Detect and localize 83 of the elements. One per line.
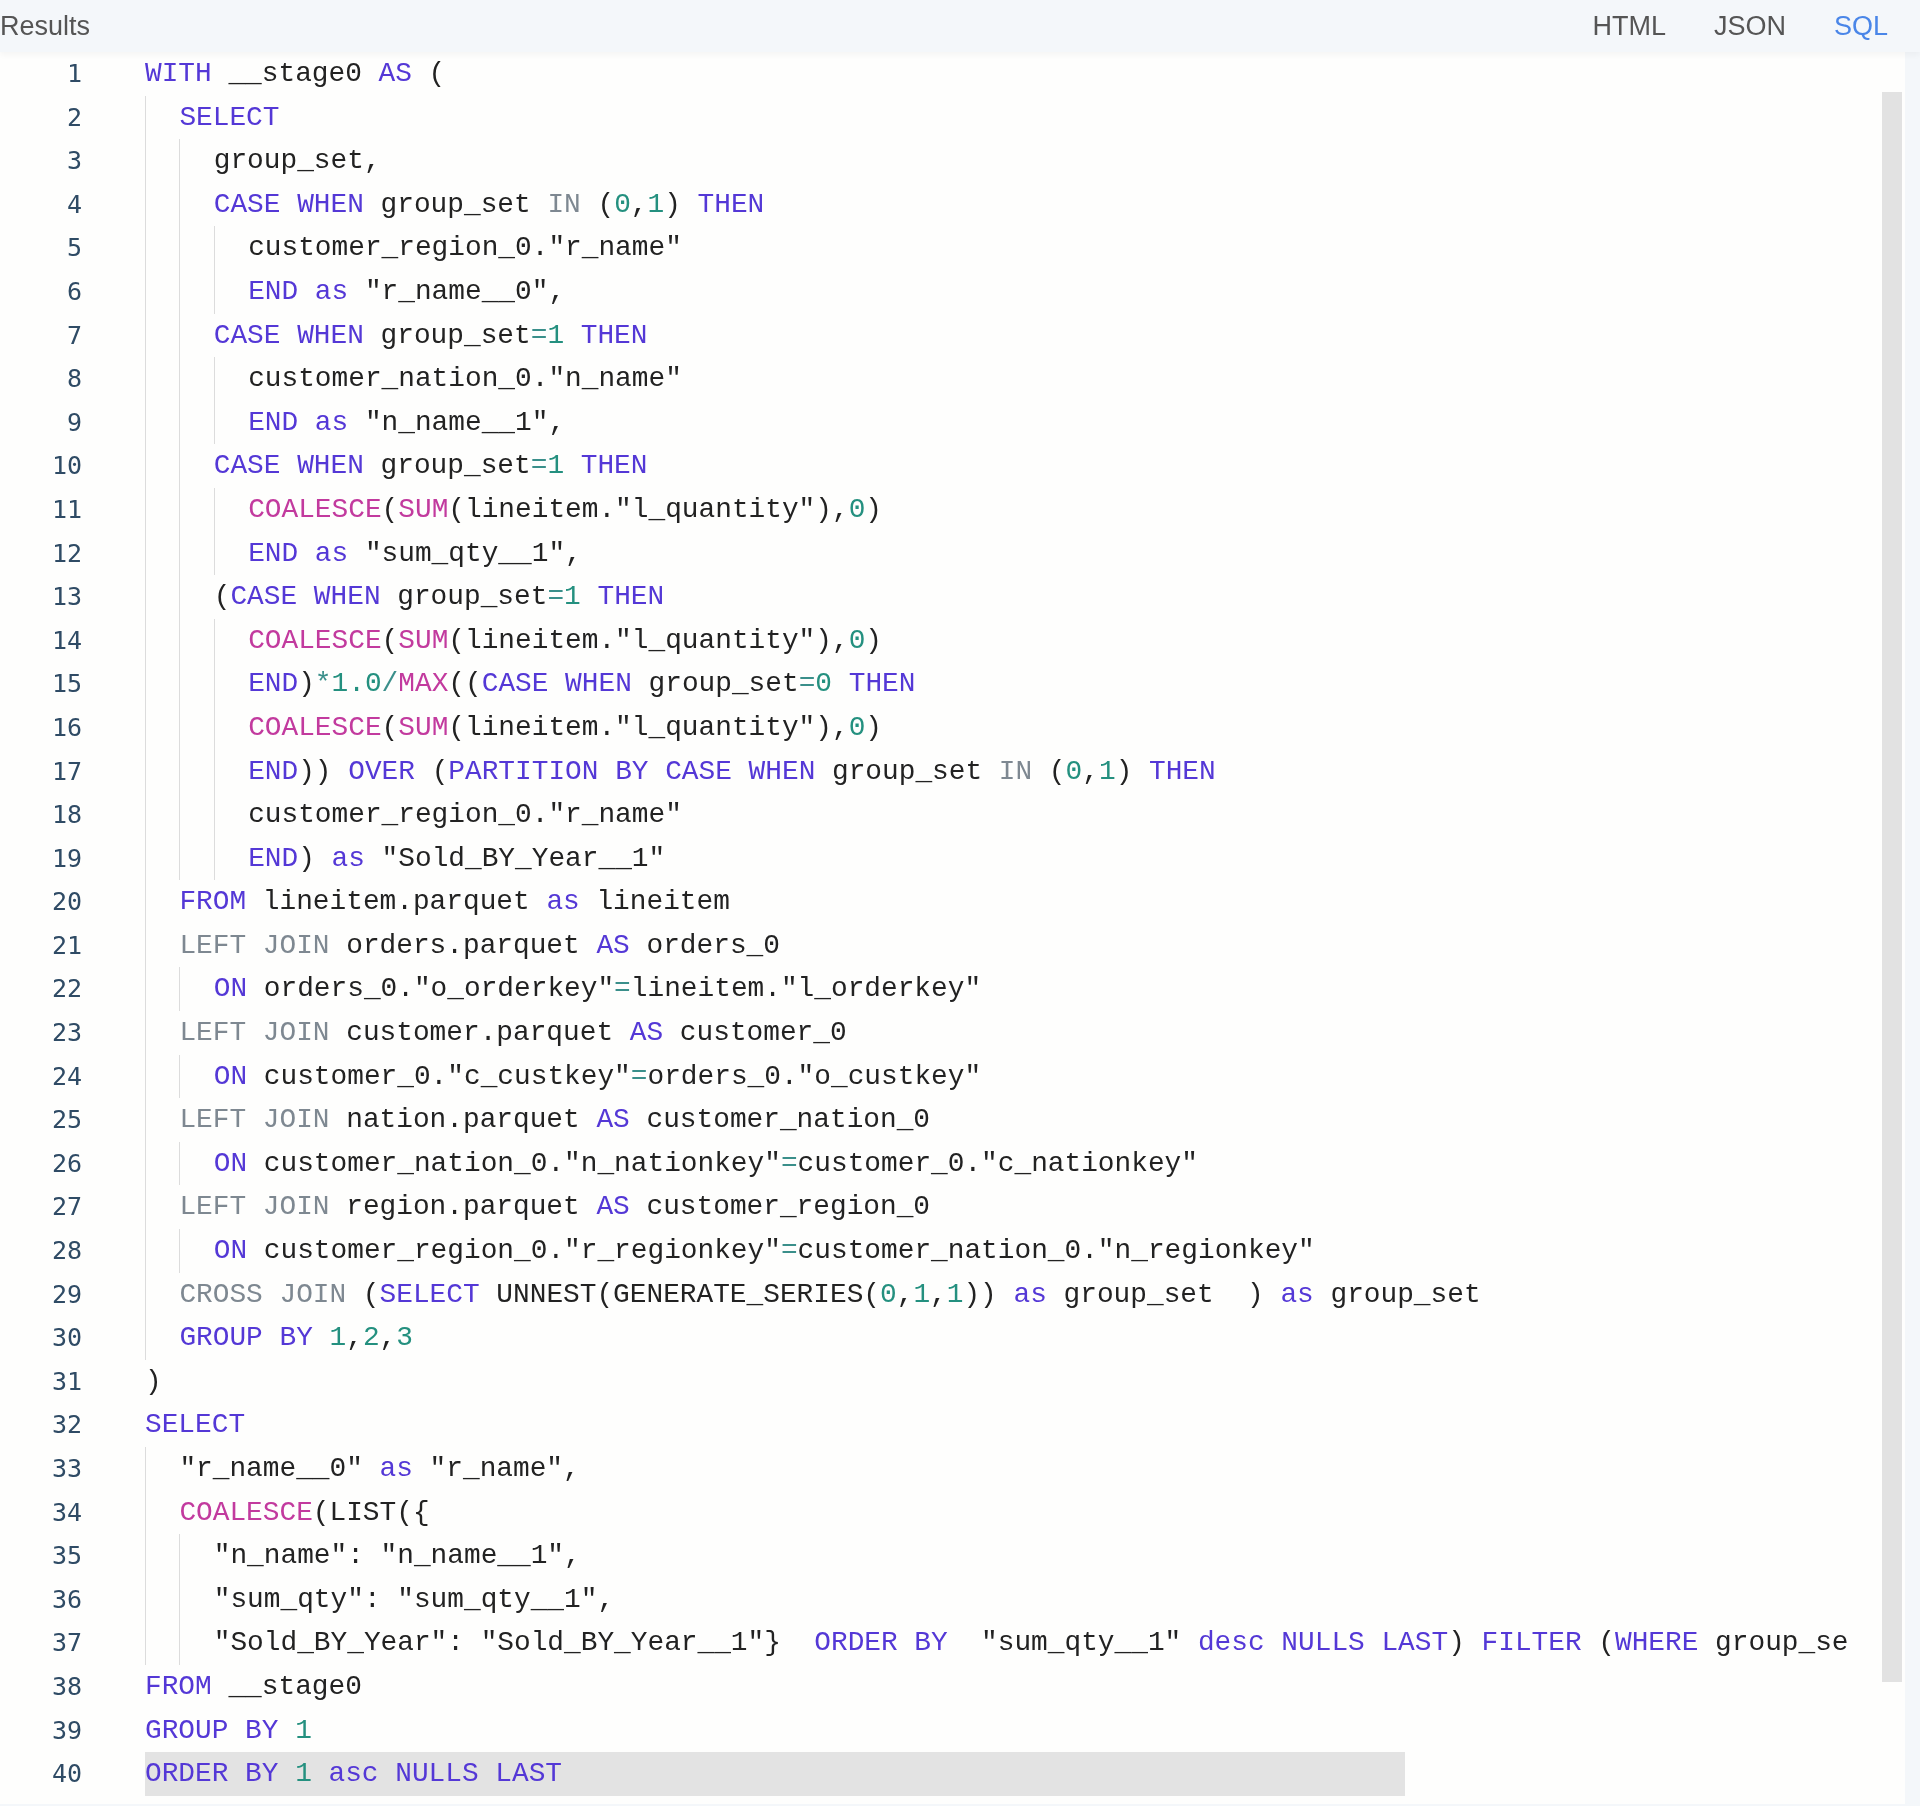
line-number: 1 xyxy=(65,58,82,90)
code-line: "n_name": "n_name__1", xyxy=(145,1534,581,1578)
code-line: "sum_qty": "sum_qty__1", xyxy=(145,1577,615,1622)
code-line: GROUP BY 1 xyxy=(145,1713,312,1748)
code-line: LEFT JOIN customer.parquet AS customer_0 xyxy=(145,1011,847,1055)
line-number: 3 xyxy=(65,145,82,178)
line-number: 19 xyxy=(50,842,82,875)
line-number: 38 xyxy=(50,1670,82,1703)
line-number: 15 xyxy=(50,668,82,701)
view-tab[interactable]: JSON xyxy=(1689,5,1810,47)
code-line: CASE WHEN group_set=1 THEN xyxy=(145,444,648,488)
line-number: 36 xyxy=(50,1583,82,1616)
code-line: COALESCE(SUM(lineitem."l_quantity"),0) xyxy=(145,618,883,663)
results-title: Results xyxy=(0,9,91,43)
code-line: COALESCE(LIST({ xyxy=(145,1490,430,1535)
code-line: ON customer_nation_0."n_nationkey"=customer_0."c_nationkey" xyxy=(145,1141,1198,1186)
line-number: 6 xyxy=(65,275,82,308)
line-number: 28 xyxy=(50,1235,82,1268)
code-line: LEFT JOIN orders.parquet AS orders_0 xyxy=(145,923,780,968)
line-number: 12 xyxy=(50,537,82,570)
line-number: 11 xyxy=(50,493,82,526)
code-line: customer_region_0."r_name" xyxy=(145,226,682,270)
code-line: customer_nation_0."n_name" xyxy=(145,357,682,401)
line-number: 40 xyxy=(50,1758,82,1791)
code-line: CASE WHEN group_set=1 THEN xyxy=(145,313,648,358)
line-number: 39 xyxy=(50,1714,82,1747)
line-number: 24 xyxy=(50,1060,82,1093)
line-number: 14 xyxy=(50,624,82,657)
line-number: 20 xyxy=(50,886,82,919)
code-line: GROUP BY 1,2,3 xyxy=(145,1316,413,1360)
code-line: LEFT JOIN nation.parquet AS customer_nation_0 xyxy=(145,1098,931,1142)
code-line: group_set, xyxy=(145,139,381,183)
line-number: 29 xyxy=(50,1278,82,1311)
code-line: CASE WHEN group_set IN (0,1) THEN xyxy=(145,182,765,227)
line-number: 37 xyxy=(50,1627,82,1660)
line-number: 10 xyxy=(50,450,82,483)
line-number: 34 xyxy=(50,1496,82,1529)
line-number: 9 xyxy=(65,406,82,439)
code-line: END)) OVER (PARTITION BY CASE WHEN group_set IN (0,1) THEN xyxy=(145,749,1216,794)
line-number: 26 xyxy=(50,1147,82,1180)
line-number: 22 xyxy=(50,973,82,1006)
line-number: 5 xyxy=(65,232,82,265)
line-number: 30 xyxy=(50,1322,82,1355)
line-number: 16 xyxy=(50,711,82,744)
code-line: "r_name__0" as "r_name", xyxy=(145,1447,580,1491)
code-line: END as "sum_qty__1", xyxy=(145,531,582,576)
code-line: END as "r_name__0", xyxy=(145,269,566,314)
line-number: 13 xyxy=(50,581,82,614)
code-line: FROM lineitem.parquet as lineitem xyxy=(145,880,730,924)
code-line: CROSS JOIN (SELECT UNNEST(GENERATE_SERIES(0,1,1)) as group_set ) as group_set xyxy=(145,1272,1481,1317)
code-line: LEFT JOIN region.parquet AS customer_region_0 xyxy=(145,1185,931,1230)
code-line: ) xyxy=(145,1364,162,1399)
vertical-scrollbar[interactable] xyxy=(1882,92,1902,1682)
code-line: END)*1.0/MAX((CASE WHEN group_set=0 THEN xyxy=(145,662,916,706)
line-number: 17 xyxy=(50,755,82,788)
code-line: SELECT xyxy=(145,1408,246,1443)
line-number: 35 xyxy=(50,1540,82,1573)
line-number: 25 xyxy=(50,1104,82,1137)
line-number: 27 xyxy=(50,1191,82,1224)
code-line: END) as "Sold_BY_Year__1" xyxy=(145,836,666,881)
code-line: SELECT xyxy=(145,95,280,140)
line-number: 8 xyxy=(65,363,82,396)
line-number: 2 xyxy=(65,101,82,134)
code-line: COALESCE(SUM(lineitem."l_quantity"),0) xyxy=(145,487,883,532)
view-tab[interactable]: HTML xyxy=(1568,5,1690,47)
code-line: FROM __stage0 xyxy=(145,1669,362,1704)
line-number: 4 xyxy=(65,188,82,221)
line-number: 18 xyxy=(50,799,82,832)
code-line: END as "n_name__1", xyxy=(145,400,566,445)
code-line: ON orders_0."o_orderkey"=lineitem."l_orderkey" xyxy=(145,967,982,1012)
code-line: COALESCE(SUM(lineitem."l_quantity"),0) xyxy=(145,705,883,750)
code-line: customer_region_0."r_name" xyxy=(145,793,682,837)
code-line: ON customer_0."c_custkey"=orders_0."o_custkey" xyxy=(145,1054,982,1099)
code-line: "Sold_BY_Year": "Sold_BY_Year__1"} ORDER BY "sum_qty__1" desc NULLS LAST) FILTER (WHERE group_se xyxy=(145,1621,1849,1665)
code-line: WITH __stage0 AS ( xyxy=(145,57,446,91)
line-number: 32 xyxy=(50,1409,82,1442)
line-number: 21 xyxy=(50,929,82,962)
line-number: 31 xyxy=(50,1365,82,1398)
line-number: 33 xyxy=(50,1453,82,1485)
line-number: 23 xyxy=(50,1017,82,1050)
line-number: 7 xyxy=(65,319,82,352)
code-line: ON customer_region_0."r_regionkey"=customer_nation_0."n_regionkey" xyxy=(145,1229,1315,1273)
code-line: (CASE WHEN group_set=1 THEN xyxy=(145,575,665,619)
